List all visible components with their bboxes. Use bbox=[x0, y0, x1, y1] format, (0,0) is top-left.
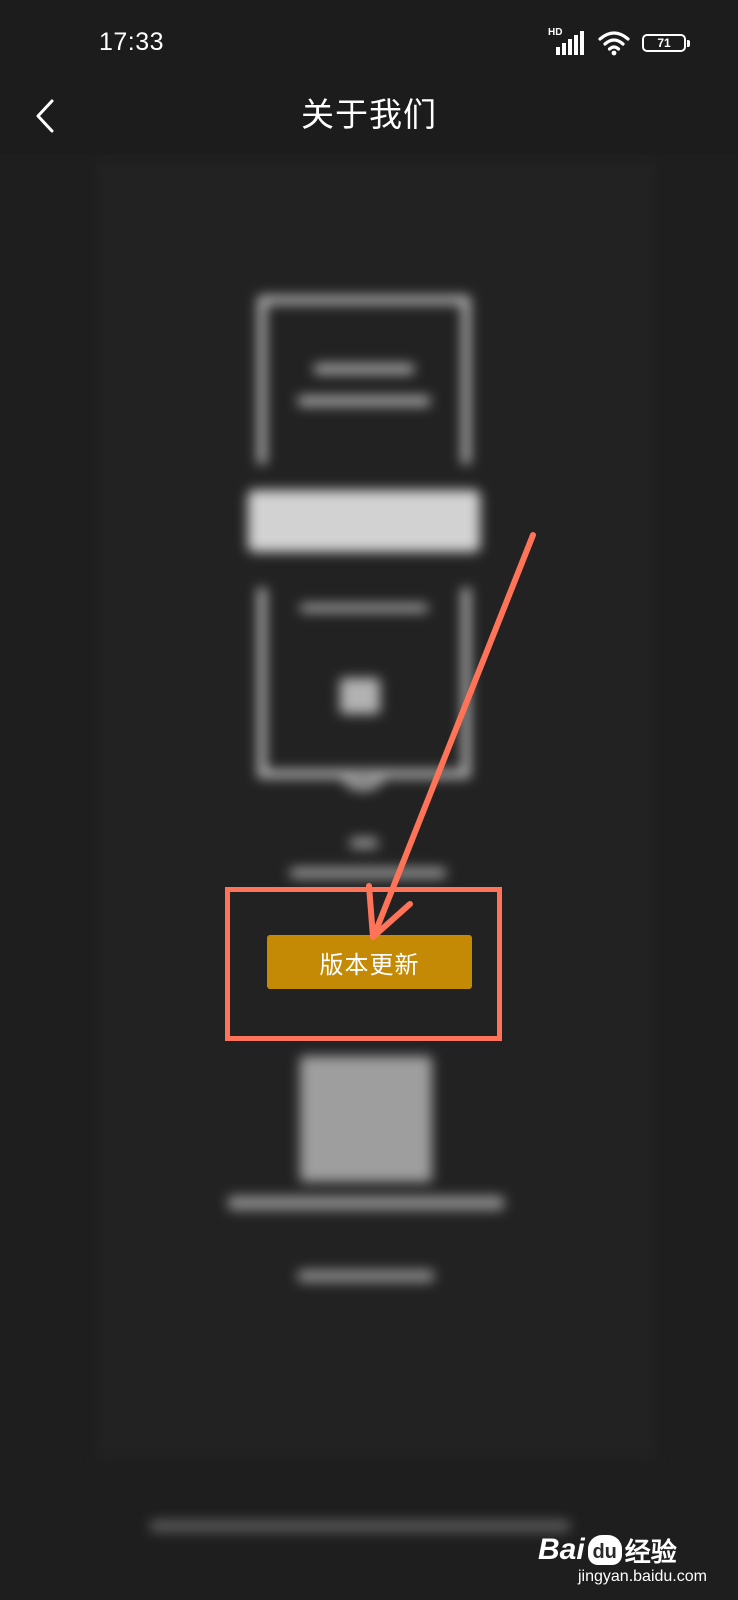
nav-bar: 关于我们 bbox=[0, 80, 738, 154]
watermark-brand-cn: 经验 bbox=[624, 1537, 677, 1568]
battery-icon: 71 bbox=[642, 34, 690, 52]
baidu-jingyan-watermark: Bai du 经验 jingyan.baidu.com bbox=[538, 1532, 707, 1596]
page-title: 关于我们 bbox=[301, 95, 437, 134]
battery-level: 71 bbox=[657, 36, 671, 50]
paw-icon: du bbox=[587, 1535, 622, 1565]
watermark-url: jingyan.baidu.com bbox=[578, 1568, 707, 1585]
annotation-highlight-box bbox=[225, 887, 502, 1041]
signal-icon: HD bbox=[548, 27, 586, 57]
status-time: 17:33 bbox=[99, 28, 165, 56]
watermark-brand: Bai bbox=[538, 1533, 585, 1566]
content-area bbox=[0, 154, 738, 1600]
status-bar: 17:33 HD 71 bbox=[0, 0, 738, 80]
network-label: HD bbox=[548, 27, 563, 38]
status-icons: HD 71 bbox=[548, 27, 690, 58]
wifi-icon bbox=[598, 31, 630, 56]
